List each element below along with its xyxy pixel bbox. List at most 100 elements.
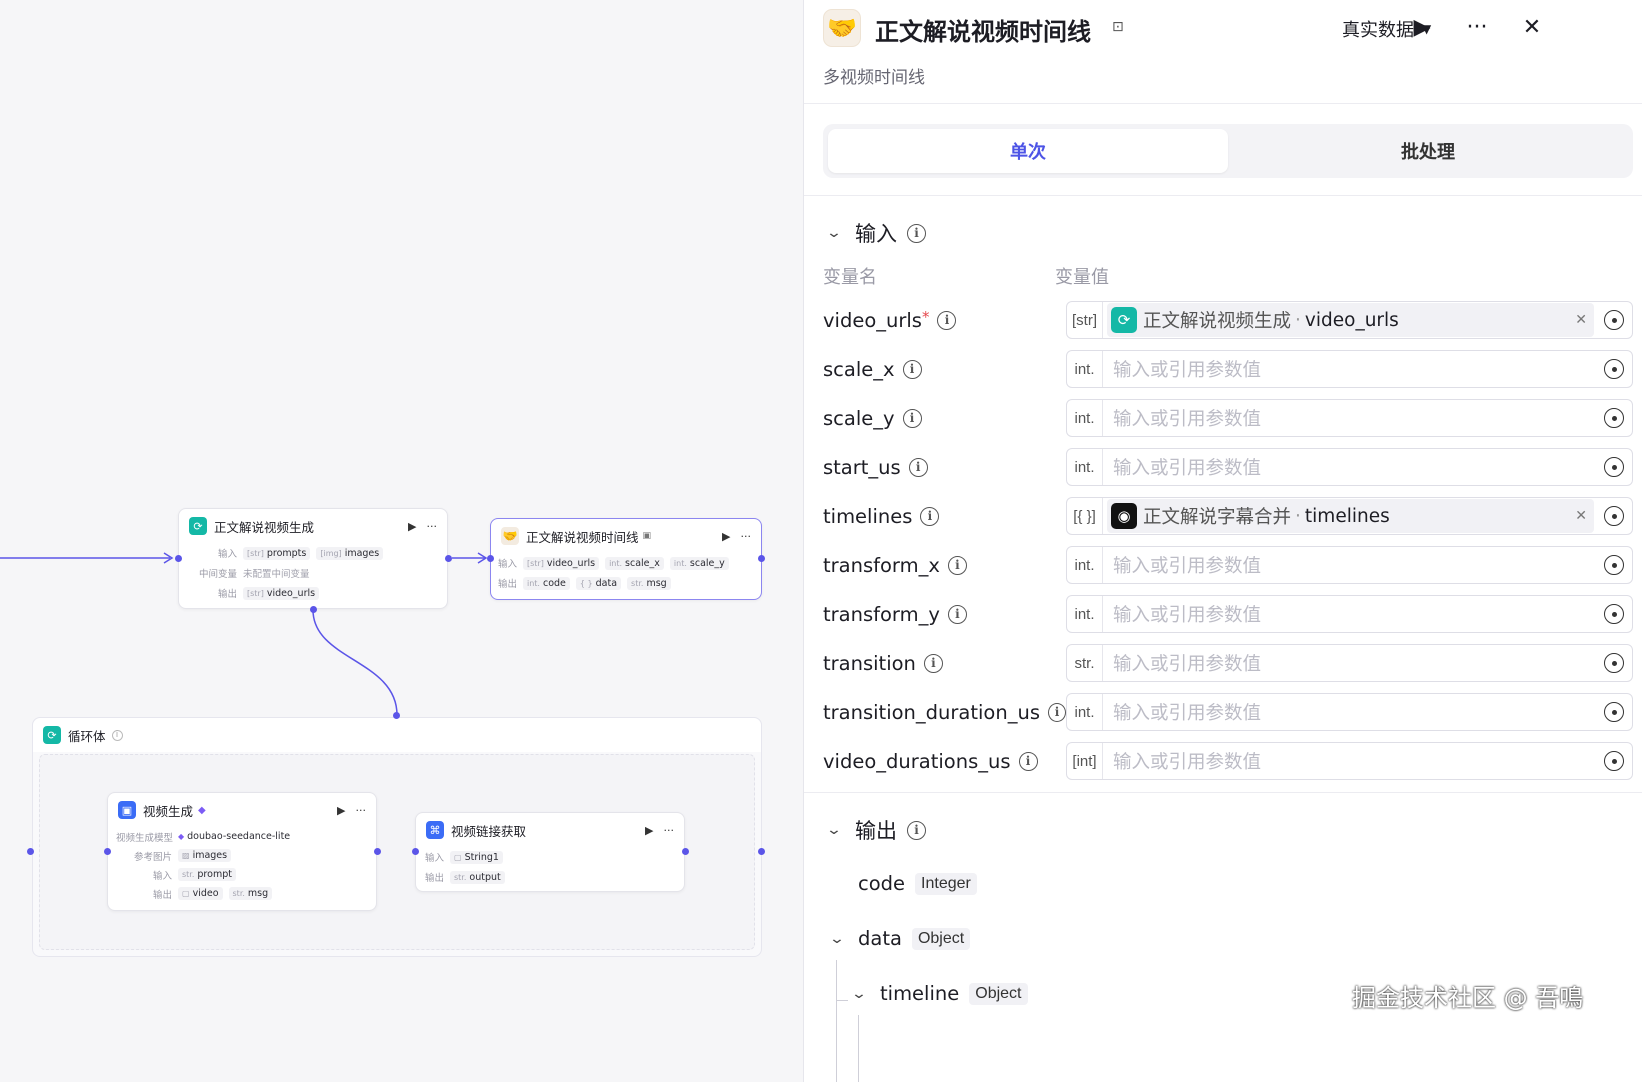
input-section-header[interactable]: ⌄ 输入 i	[823, 218, 926, 248]
param-input[interactable]: int. 输入或引用参数值	[1066, 546, 1633, 584]
loop-start-port[interactable]	[27, 848, 34, 855]
node-timeline[interactable]: 🤝 正文解说视频时间线 ▣ ▶ ··· 输入 [str] video_urls in…	[490, 518, 762, 600]
input-port[interactable]	[412, 848, 419, 855]
param-row-timelines: timelines i [{ }] ◉ 正文解说字幕合并 · timelines ✕	[823, 496, 1633, 536]
type-label: [{ }]	[1067, 498, 1103, 534]
param-input[interactable]: int. 输入或引用参数值	[1066, 448, 1633, 486]
input-port[interactable]	[104, 848, 111, 855]
reference-value[interactable]: ◉ 正文解说字幕合并 · timelines	[1107, 499, 1594, 533]
input-placeholder[interactable]: 输入或引用参数值	[1103, 547, 1632, 583]
loop-end-port[interactable]	[758, 848, 765, 855]
chevron-down-icon: ⌄	[825, 822, 843, 838]
panel-header: 🤝 正文解说视频时间线 ⊡ 多视频时间线 真实数据 ▼ ▶ ··· ✕	[804, 0, 1642, 104]
param-input[interactable]: [int] 输入或引用参数值	[1066, 742, 1633, 780]
param-row-scale-x: scale_x i int. 输入或引用参数值	[823, 349, 1633, 389]
code-icon: ⌘	[426, 821, 444, 839]
clear-icon[interactable]: ✕	[1575, 312, 1587, 328]
tab-single[interactable]: 单次	[828, 129, 1228, 173]
param-input[interactable]: [str] ⟳ 正文解说视频生成 · video_urls ✕	[1066, 301, 1633, 339]
wire-main-to-loop	[312, 609, 398, 716]
variable-picker-icon[interactable]	[1604, 408, 1624, 428]
more-icon[interactable]: ···	[664, 824, 675, 837]
badge-icon: ▣	[642, 531, 652, 541]
workflow-canvas[interactable]: ⟳ 循环体 i ⟳ 正文解说视频生成 ▶ ··· 输入 [str] prompts …	[0, 0, 803, 1082]
variable-picker-icon[interactable]	[1604, 702, 1624, 722]
variable-picker-icon[interactable]	[1604, 359, 1624, 379]
variable-picker-icon[interactable]	[1604, 653, 1624, 673]
node-row-model: 视频生成模型 ◆ doubao-seedance-lite	[116, 831, 291, 844]
clear-icon[interactable]: ✕	[1575, 508, 1587, 524]
run-icon[interactable]: ▶	[337, 804, 345, 817]
input-placeholder[interactable]: 输入或引用参数值	[1103, 645, 1632, 681]
input-placeholder[interactable]: 输入或引用参数值	[1103, 596, 1632, 632]
more-button[interactable]: ···	[1462, 12, 1492, 42]
variable-picker-icon[interactable]	[1604, 310, 1624, 330]
info-icon: i	[920, 506, 940, 526]
output-section-header[interactable]: ⌄ 输出 i	[823, 815, 926, 845]
node-row-ref-images: 参考图片 ▨ images	[108, 846, 376, 865]
output-port[interactable]	[310, 606, 317, 613]
output-port[interactable]	[758, 555, 765, 562]
node-title: 视频生成	[143, 803, 194, 819]
run-button[interactable]: ▶	[1407, 12, 1437, 42]
param-input[interactable]: int. 输入或引用参数值	[1066, 595, 1633, 633]
output-field-timeline[interactable]: ⌄ timeline Object	[848, 982, 1028, 1005]
param-row-transform-y: transform_y i int. 输入或引用参数值	[823, 594, 1633, 634]
chevron-down-icon: ⌄	[828, 930, 846, 947]
close-button[interactable]: ✕	[1517, 12, 1547, 42]
reference-value[interactable]: ⟳ 正文解说视频生成 · video_urls	[1107, 303, 1594, 337]
type-label: str.	[1067, 645, 1103, 681]
variable-picker-icon[interactable]	[1604, 506, 1624, 526]
node-video-link[interactable]: ⌘ 视频链接获取 ▶ ··· 输入 ▢ String1 输出 str. output	[415, 812, 685, 892]
run-icon[interactable]: ▶	[408, 520, 416, 533]
node-video[interactable]: ▣ 视频生成 ◆ ▶ ··· 视频生成模型 ◆ doubao-seedance-li…	[107, 792, 377, 911]
type-label: [str]	[1067, 302, 1103, 338]
variable-picker-icon[interactable]	[1604, 555, 1624, 575]
input-port[interactable]	[393, 712, 400, 719]
more-icon[interactable]: ···	[741, 530, 752, 543]
param-row-transition: transition i str. 输入或引用参数值	[823, 643, 1633, 683]
video-icon: ▣	[118, 801, 136, 819]
input-port[interactable]	[175, 555, 182, 562]
info-icon: i	[937, 310, 957, 330]
input-placeholder[interactable]: 输入或引用参数值	[1103, 449, 1632, 485]
run-icon[interactable]: ▶	[645, 824, 653, 837]
node-row-output: 输出 ▢ video str. msg	[108, 884, 376, 903]
column-label-value: 变量值	[1055, 267, 1109, 288]
input-port[interactable]	[487, 555, 494, 562]
run-icon[interactable]: ▶	[722, 530, 730, 543]
chevron-down-icon: ⌄	[825, 225, 843, 241]
node-video-generation[interactable]: ⟳ 正文解说视频生成 ▶ ··· 输入 [str] prompts [img] ima…	[178, 508, 448, 609]
param-input[interactable]: str. 输入或引用参数值	[1066, 644, 1633, 682]
param-input[interactable]: int. 输入或引用参数值	[1066, 693, 1633, 731]
run-mode-tabs: 单次 批处理	[823, 124, 1633, 178]
variable-picker-icon[interactable]	[1604, 751, 1624, 771]
node-row-input: 输入 str. prompt	[108, 865, 376, 884]
input-placeholder[interactable]: 输入或引用参数值	[1103, 400, 1632, 436]
node-row-input: 输入 [str] video_urls int. scale_x int. scale…	[491, 553, 761, 573]
info-icon: i	[907, 223, 926, 243]
node-row-intermediate: 中间变量 未配置中间变量	[198, 569, 310, 580]
chevron-down-icon: ⌄	[850, 985, 868, 1002]
info-icon: i	[907, 820, 926, 840]
more-icon[interactable]: ···	[356, 804, 367, 817]
output-port[interactable]	[374, 848, 381, 855]
input-placeholder[interactable]: 输入或引用参数值	[1103, 351, 1632, 387]
param-input[interactable]: int. 输入或引用参数值	[1066, 399, 1633, 437]
info-icon: i	[902, 408, 922, 428]
output-port[interactable]	[682, 848, 689, 855]
param-row-transition-duration-us: transition_duration_us i int. 输入或引用参数值	[823, 692, 1633, 732]
input-placeholder[interactable]: 输入或引用参数值	[1103, 743, 1632, 779]
input-placeholder[interactable]: 输入或引用参数值	[1103, 694, 1632, 730]
tab-batch[interactable]: 批处理	[1228, 129, 1628, 173]
variable-picker-icon[interactable]	[1604, 604, 1624, 624]
variable-picker-icon[interactable]	[1604, 457, 1624, 477]
node-row-output: 输出 [str] video_urls	[179, 583, 447, 603]
more-icon[interactable]: ···	[427, 520, 438, 533]
param-input[interactable]: [{ }] ◉ 正文解说字幕合并 · timelines ✕	[1066, 497, 1633, 535]
node-row-input: 输入 ▢ String1	[416, 847, 684, 867]
param-input[interactable]: int. 输入或引用参数值	[1066, 350, 1633, 388]
output-port[interactable]	[445, 555, 452, 562]
subtitle-node-icon: ◉	[1111, 503, 1137, 529]
output-field-data[interactable]: ⌄ data Object	[826, 927, 971, 950]
